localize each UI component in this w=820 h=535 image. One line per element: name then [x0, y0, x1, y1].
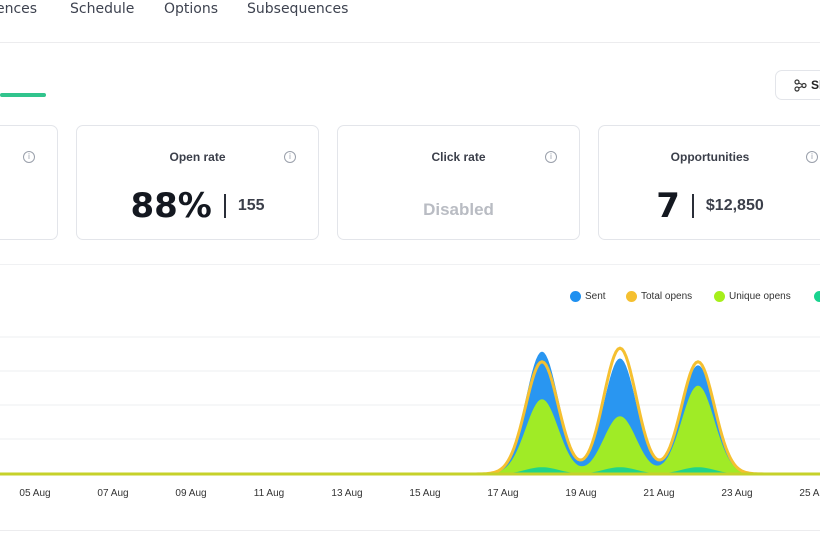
info-icon[interactable]: i: [284, 151, 296, 163]
info-icon[interactable]: i: [806, 151, 818, 163]
open-rate-value: 88%: [130, 186, 212, 226]
legend-dot: [714, 291, 725, 302]
share-icon: [794, 79, 807, 92]
progress-bar: [0, 93, 46, 97]
legend-label: Unique opens: [729, 291, 791, 302]
legend-item-partial[interactable]: [814, 291, 820, 302]
separator: [223, 194, 226, 218]
separator: [691, 194, 694, 218]
x-tick-label: 09 Aug: [175, 488, 206, 499]
stat-card-click-rate: Click rate i Disabled: [337, 125, 580, 240]
tab-options[interactable]: Options: [164, 1, 218, 17]
card-value: 88% 155: [77, 186, 318, 226]
card-title: Open rate: [169, 150, 226, 164]
x-tick-label: 23 Aug: [721, 488, 752, 499]
x-axis-ticks: 05 Aug 07 Aug 09 Aug 11 Aug 13 Aug 15 Aug 17 A…: [19, 488, 820, 499]
legend-dot: [570, 291, 581, 302]
x-tick-label: 11 Aug: [254, 488, 284, 499]
x-tick-label: 21 Aug: [643, 488, 674, 499]
info-icon[interactable]: i: [545, 151, 557, 163]
divider: [0, 530, 820, 531]
legend-label: Sent: [585, 291, 606, 302]
share-label: Sh: [811, 78, 820, 92]
x-tick-label: 15 Aug: [409, 488, 440, 499]
x-tick-label: 19 Aug: [565, 488, 596, 499]
legend-dot: [814, 291, 820, 302]
stat-card-partial: i: [0, 125, 58, 240]
legend-item-total-opens[interactable]: Total opens: [626, 291, 692, 302]
tab-bar: ences Schedule Options Subsequences: [0, 0, 820, 43]
x-tick-label: 17 Aug: [487, 488, 518, 499]
click-rate-value: Disabled: [423, 200, 494, 219]
legend-label: Total opens: [641, 291, 693, 302]
opportunities-count: 7: [656, 186, 680, 226]
stat-card-open-rate: Open rate i 88% 155: [76, 125, 319, 240]
activity-chart: 05 Aug 07 Aug 09 Aug 11 Aug 13 Aug 15 Aug 17 A…: [0, 336, 820, 499]
legend-item-unique-opens[interactable]: Unique opens: [714, 291, 791, 302]
x-tick-label: 05 Aug: [19, 488, 50, 499]
tab-subsequences[interactable]: Subsequences: [247, 1, 348, 17]
x-tick-label: 07 Aug: [97, 488, 128, 499]
series-area-unique-opens: [0, 385, 820, 474]
tab-sequences[interactable]: ences: [0, 1, 37, 17]
info-icon[interactable]: i: [23, 151, 35, 163]
open-count: 155: [237, 197, 265, 214]
legend-item-sent[interactable]: Sent: [570, 291, 606, 302]
x-tick-label: 25 Aug: [799, 488, 820, 499]
x-tick-label: 13 Aug: [331, 488, 362, 499]
tab-schedule[interactable]: Schedule: [70, 1, 134, 17]
card-value: Disabled: [338, 184, 579, 236]
stat-card-opportunities: Opportunities i 7 $12,850: [598, 125, 820, 240]
chart-areas: [0, 346, 820, 476]
card-title: Click rate: [431, 150, 486, 164]
opportunities-value: $12,850: [705, 197, 764, 214]
card-title: Opportunities: [670, 150, 750, 164]
legend-dot: [626, 291, 637, 302]
card-value: 7 $12,850: [599, 186, 820, 226]
share-button[interactable]: Sh: [775, 70, 820, 100]
divider: [0, 264, 820, 265]
